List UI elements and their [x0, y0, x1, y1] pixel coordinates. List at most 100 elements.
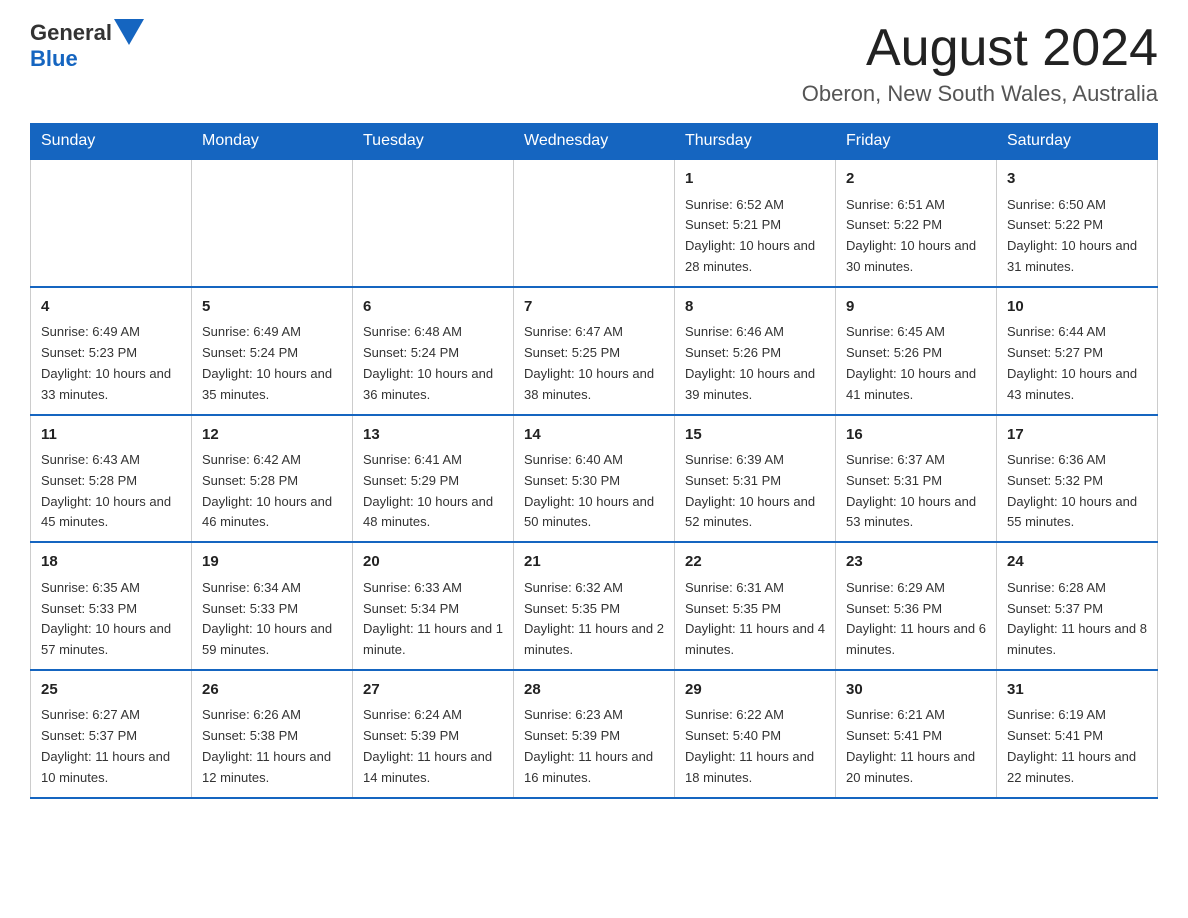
day-info: Sunrise: 6:50 AMSunset: 5:22 PMDaylight:…: [1007, 195, 1147, 278]
month-title: August 2024: [802, 20, 1158, 77]
calendar-cell: 12Sunrise: 6:42 AMSunset: 5:28 PMDayligh…: [192, 415, 353, 543]
day-info: Sunrise: 6:34 AMSunset: 5:33 PMDaylight:…: [202, 578, 342, 661]
day-number: 5: [202, 296, 342, 319]
day-number: 6: [363, 296, 503, 319]
header-day-saturday: Saturday: [997, 124, 1158, 160]
calendar-table: SundayMondayTuesdayWednesdayThursdayFrid…: [30, 123, 1158, 798]
day-info: Sunrise: 6:21 AMSunset: 5:41 PMDaylight:…: [846, 705, 986, 788]
day-number: 27: [363, 679, 503, 702]
calendar-cell: 18 Sunrise: 6:35 AMSunset: 5:33 PMDayligh…: [31, 542, 192, 670]
calendar-cell: 3 Sunrise: 6:50 AMSunset: 5:22 PMDaylight…: [997, 159, 1158, 287]
calendar-cell: 2 Sunrise: 6:51 AMSunset: 5:22 PMDaylight…: [836, 159, 997, 287]
day-number: 25: [41, 679, 181, 702]
day-info: Sunrise: 6:24 AMSunset: 5:39 PMDaylight:…: [363, 705, 503, 788]
day-info: Sunrise: 6:22 AMSunset: 5:40 PMDaylight:…: [685, 705, 825, 788]
calendar-cell: 19 Sunrise: 6:34 AMSunset: 5:33 PMDayligh…: [192, 542, 353, 670]
calendar-cell: 6 Sunrise: 6:48 AMSunset: 5:24 PMDaylight…: [353, 287, 514, 415]
calendar-cell: 31Sunrise: 6:19 AMSunset: 5:41 PMDayligh…: [997, 670, 1158, 798]
calendar-week-row: 11 Sunrise: 6:43 AMSunset: 5:28 PMDayligh…: [31, 415, 1158, 543]
day-info: Sunrise: 6:29 AMSunset: 5:36 PMDaylight:…: [846, 578, 986, 661]
day-info: Sunrise: 6:23 AMSunset: 5:39 PMDaylight:…: [524, 705, 664, 788]
day-info: Sunrise: 6:39 AMSunset: 5:31 PMDaylight:…: [685, 450, 825, 533]
calendar-cell: [192, 159, 353, 287]
calendar-cell: 1 Sunrise: 6:52 AMSunset: 5:21 PMDaylight…: [675, 159, 836, 287]
day-number: 14: [524, 424, 664, 447]
calendar-cell: 11 Sunrise: 6:43 AMSunset: 5:28 PMDayligh…: [31, 415, 192, 543]
calendar-week-row: 1 Sunrise: 6:52 AMSunset: 5:21 PMDaylight…: [31, 159, 1158, 287]
day-number: 1: [685, 168, 825, 191]
day-info: Sunrise: 6:35 AMSunset: 5:33 PMDaylight:…: [41, 578, 181, 661]
calendar-cell: [514, 159, 675, 287]
day-number: 8: [685, 296, 825, 319]
day-number: 4: [41, 296, 181, 319]
calendar-cell: 14 Sunrise: 6:40 AMSunset: 5:30 PMDayligh…: [514, 415, 675, 543]
day-info: Sunrise: 6:41 AMSunset: 5:29 PMDaylight:…: [363, 450, 503, 533]
location-text: Oberon, New South Wales, Australia: [802, 81, 1158, 107]
day-info: Sunrise: 6:51 AMSunset: 5:22 PMDaylight:…: [846, 195, 986, 278]
logo-blue-text: Blue: [30, 46, 78, 71]
header-day-tuesday: Tuesday: [353, 124, 514, 160]
day-number: 19: [202, 551, 342, 574]
day-info: Sunrise: 6:31 AMSunset: 5:35 PMDaylight:…: [685, 578, 825, 661]
calendar-cell: 24Sunrise: 6:28 AMSunset: 5:37 PMDayligh…: [997, 542, 1158, 670]
day-info: Sunrise: 6:46 AMSunset: 5:26 PMDaylight:…: [685, 322, 825, 405]
page-header: General Blue August 2024 Oberon, New Sou…: [30, 20, 1158, 107]
calendar-week-row: 25 Sunrise: 6:27 AMSunset: 5:37 PMDayligh…: [31, 670, 1158, 798]
title-section: August 2024 Oberon, New South Wales, Aus…: [802, 20, 1158, 107]
day-info: Sunrise: 6:45 AMSunset: 5:26 PMDaylight:…: [846, 322, 986, 405]
day-number: 10: [1007, 296, 1147, 319]
day-number: 29: [685, 679, 825, 702]
day-info: Sunrise: 6:48 AMSunset: 5:24 PMDaylight:…: [363, 322, 503, 405]
day-info: Sunrise: 6:49 AMSunset: 5:24 PMDaylight:…: [202, 322, 342, 405]
calendar-cell: 27 Sunrise: 6:24 AMSunset: 5:39 PMDayligh…: [353, 670, 514, 798]
day-number: 3: [1007, 168, 1147, 191]
calendar-cell: 20Sunrise: 6:33 AMSunset: 5:34 PMDayligh…: [353, 542, 514, 670]
calendar-cell: 10 Sunrise: 6:44 AMSunset: 5:27 PMDayligh…: [997, 287, 1158, 415]
day-number: 22: [685, 551, 825, 574]
day-info: Sunrise: 6:44 AMSunset: 5:27 PMDaylight:…: [1007, 322, 1147, 405]
day-info: Sunrise: 6:37 AMSunset: 5:31 PMDaylight:…: [846, 450, 986, 533]
calendar-cell: 26Sunrise: 6:26 AMSunset: 5:38 PMDayligh…: [192, 670, 353, 798]
calendar-cell: 23 Sunrise: 6:29 AMSunset: 5:36 PMDayligh…: [836, 542, 997, 670]
header-day-friday: Friday: [836, 124, 997, 160]
calendar-cell: [31, 159, 192, 287]
header-day-thursday: Thursday: [675, 124, 836, 160]
calendar-cell: 22 Sunrise: 6:31 AMSunset: 5:35 PMDayligh…: [675, 542, 836, 670]
calendar-cell: 8 Sunrise: 6:46 AMSunset: 5:26 PMDaylight…: [675, 287, 836, 415]
day-number: 30: [846, 679, 986, 702]
logo: General Blue: [30, 20, 144, 72]
day-info: Sunrise: 6:43 AMSunset: 5:28 PMDaylight:…: [41, 450, 181, 533]
day-info: Sunrise: 6:40 AMSunset: 5:30 PMDaylight:…: [524, 450, 664, 533]
day-number: 2: [846, 168, 986, 191]
day-number: 17: [1007, 424, 1147, 447]
header-day-sunday: Sunday: [31, 124, 192, 160]
day-number: 26: [202, 679, 342, 702]
day-info: Sunrise: 6:28 AMSunset: 5:37 PMDaylight:…: [1007, 578, 1147, 661]
day-number: 15: [685, 424, 825, 447]
calendar-header-row: SundayMondayTuesdayWednesdayThursdayFrid…: [31, 124, 1158, 160]
day-info: Sunrise: 6:27 AMSunset: 5:37 PMDaylight:…: [41, 705, 181, 788]
calendar-week-row: 4 Sunrise: 6:49 AMSunset: 5:23 PMDaylight…: [31, 287, 1158, 415]
day-number: 7: [524, 296, 664, 319]
day-info: Sunrise: 6:36 AMSunset: 5:32 PMDaylight:…: [1007, 450, 1147, 533]
calendar-cell: 28Sunrise: 6:23 AMSunset: 5:39 PMDayligh…: [514, 670, 675, 798]
day-info: Sunrise: 6:33 AMSunset: 5:34 PMDaylight:…: [363, 578, 503, 661]
header-day-wednesday: Wednesday: [514, 124, 675, 160]
day-info: Sunrise: 6:42 AMSunset: 5:28 PMDaylight:…: [202, 450, 342, 533]
header-day-monday: Monday: [192, 124, 353, 160]
calendar-cell: 4 Sunrise: 6:49 AMSunset: 5:23 PMDaylight…: [31, 287, 192, 415]
logo-general-text: General: [30, 20, 112, 46]
calendar-cell: 15 Sunrise: 6:39 AMSunset: 5:31 PMDayligh…: [675, 415, 836, 543]
day-info: Sunrise: 6:47 AMSunset: 5:25 PMDaylight:…: [524, 322, 664, 405]
calendar-cell: 16Sunrise: 6:37 AMSunset: 5:31 PMDayligh…: [836, 415, 997, 543]
day-number: 23: [846, 551, 986, 574]
day-number: 9: [846, 296, 986, 319]
day-number: 18: [41, 551, 181, 574]
calendar-cell: 21Sunrise: 6:32 AMSunset: 5:35 PMDayligh…: [514, 542, 675, 670]
day-number: 21: [524, 551, 664, 574]
day-info: Sunrise: 6:52 AMSunset: 5:21 PMDaylight:…: [685, 195, 825, 278]
day-info: Sunrise: 6:49 AMSunset: 5:23 PMDaylight:…: [41, 322, 181, 405]
day-number: 11: [41, 424, 181, 447]
day-number: 13: [363, 424, 503, 447]
calendar-cell: 5 Sunrise: 6:49 AMSunset: 5:24 PMDaylight…: [192, 287, 353, 415]
